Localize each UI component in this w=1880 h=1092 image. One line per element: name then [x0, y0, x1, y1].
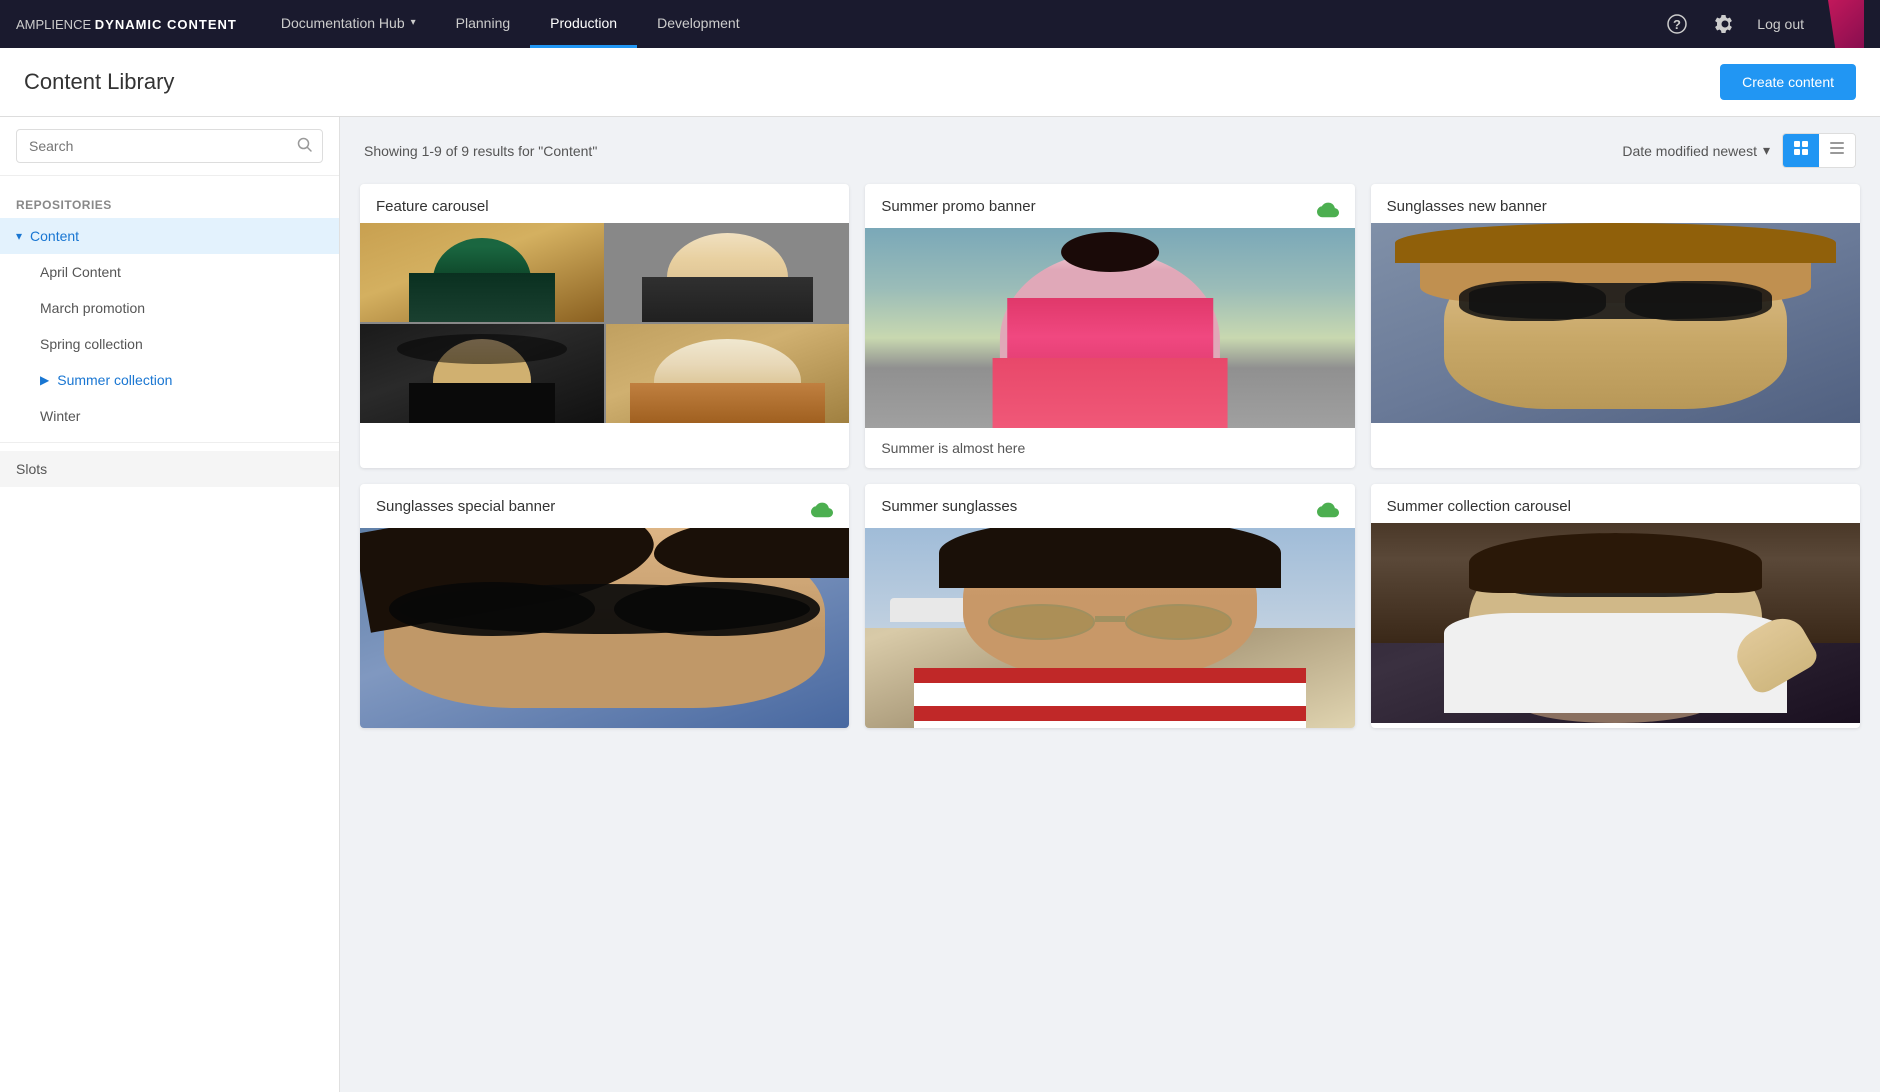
sidebar-item-march-promotion-label: March promotion — [40, 300, 145, 316]
card-summer-collection-carousel-image — [1371, 523, 1860, 723]
card-summer-sunglasses-image — [865, 528, 1354, 728]
content-grid: Feature carousel — [360, 184, 1860, 728]
sidebar-item-slots-label: Slots — [16, 461, 47, 477]
nav-tab-production-label: Production — [550, 15, 617, 31]
card-sunglasses-special-banner[interactable]: Sunglasses special banner — [360, 484, 849, 728]
nav-tab-development[interactable]: Development — [637, 0, 760, 48]
search-container — [16, 129, 323, 163]
nav-tab-development-label: Development — [657, 15, 740, 31]
content-toolbar: Showing 1-9 of 9 results for "Content" D… — [360, 133, 1860, 168]
chevron-down-icon: ▾ — [16, 229, 22, 243]
search-bar — [0, 117, 339, 176]
card-summer-promo-banner-title: Summer promo banner — [881, 198, 1035, 215]
main-layout: Repositories ▾ Content April Content Mar… — [0, 117, 1880, 1092]
card-feature-carousel-title: Feature carousel — [376, 198, 489, 215]
card-summer-promo-banner-text: Summer is almost here — [865, 428, 1354, 468]
brand-logo: AMPLIENCE DYNAMIC CONTENT — [16, 17, 237, 32]
brand-amplience: AMPLIENCE — [16, 17, 91, 32]
settings-icon[interactable] — [1709, 8, 1741, 40]
nav-tabs: Documentation Hub ▾ Planning Production … — [261, 0, 1661, 48]
top-navigation: AMPLIENCE DYNAMIC CONTENT Documentation … — [0, 0, 1880, 48]
repositories-label: Repositories — [0, 192, 339, 218]
chevron-down-icon: ▾ — [411, 17, 416, 28]
sidebar-item-winter-label: Winter — [40, 408, 80, 424]
page-header: Content Library Create content — [0, 48, 1880, 117]
sidebar-item-slots[interactable]: Slots — [0, 451, 339, 487]
sidebar: Repositories ▾ Content April Content Mar… — [0, 117, 340, 1092]
card-summer-sunglasses-header: Summer sunglasses — [865, 484, 1354, 528]
help-icon[interactable]: ? — [1661, 8, 1693, 40]
sidebar-content: Repositories ▾ Content April Content Mar… — [0, 176, 339, 503]
card-sunglasses-new-banner-header: Sunglasses new banner — [1371, 184, 1860, 223]
sidebar-item-content-label: Content — [30, 228, 79, 244]
nav-tab-documentation-hub[interactable]: Documentation Hub ▾ — [261, 0, 436, 48]
card-summer-collection-carousel-title: Summer collection carousel — [1387, 498, 1571, 515]
page-title: Content Library — [24, 69, 174, 95]
svg-text:?: ? — [1673, 17, 1681, 32]
nav-tab-planning[interactable]: Planning — [436, 0, 531, 48]
card-summer-promo-banner-subtitle: Summer is almost here — [881, 440, 1025, 456]
card-feature-carousel[interactable]: Feature carousel — [360, 184, 849, 468]
list-view-button[interactable] — [1819, 134, 1855, 167]
nav-tab-production[interactable]: Production — [530, 0, 637, 48]
card-sunglasses-special-banner-header: Sunglasses special banner — [360, 484, 849, 528]
sidebar-arrow-icon: ▶ — [40, 373, 49, 387]
card-sunglasses-new-banner[interactable]: Sunglasses new banner — [1371, 184, 1860, 468]
check-cloud-icon-2 — [1317, 498, 1339, 520]
results-text: Showing 1-9 of 9 results for "Content" — [364, 143, 597, 159]
nav-tab-documentation-hub-label: Documentation Hub — [281, 15, 405, 31]
search-icon — [297, 137, 313, 156]
card-sunglasses-special-banner-title: Sunglasses special banner — [376, 498, 555, 515]
card-summer-collection-carousel-header: Summer collection carousel — [1371, 484, 1860, 523]
card-summer-collection-carousel[interactable]: Summer collection carousel — [1371, 484, 1860, 728]
card-feature-carousel-header: Feature carousel — [360, 184, 849, 223]
card-summer-promo-banner-header: Summer promo banner — [865, 184, 1354, 228]
content-area: Showing 1-9 of 9 results for "Content" D… — [340, 117, 1880, 1092]
grid-view-button[interactable] — [1783, 134, 1819, 167]
sidebar-item-april-content[interactable]: April Content — [0, 254, 339, 290]
card-sunglasses-new-banner-image — [1371, 223, 1860, 423]
sidebar-item-spring-collection[interactable]: Spring collection — [0, 326, 339, 362]
card-summer-promo-banner-image — [865, 228, 1354, 428]
sort-dropdown[interactable]: Date modified newest ▾ — [1622, 142, 1770, 159]
nav-tab-planning-label: Planning — [456, 15, 511, 31]
card-feature-carousel-image — [360, 223, 849, 423]
check-cloud-icon-1 — [811, 498, 833, 520]
logout-button[interactable]: Log out — [1757, 16, 1804, 32]
sidebar-item-april-content-label: April Content — [40, 264, 121, 280]
cloud-icon — [1317, 198, 1339, 220]
card-sunglasses-special-banner-image — [360, 528, 849, 728]
sidebar-item-summer-collection[interactable]: ▶ Summer collection — [0, 362, 339, 398]
sidebar-item-march-promotion[interactable]: March promotion — [0, 290, 339, 326]
card-sunglasses-new-banner-title: Sunglasses new banner — [1387, 198, 1547, 215]
sidebar-item-summer-collection-label: Summer collection — [57, 372, 172, 388]
create-content-button[interactable]: Create content — [1720, 64, 1856, 100]
search-input[interactable] — [16, 129, 323, 163]
brand-product: DYNAMIC CONTENT — [95, 17, 237, 32]
sidebar-item-spring-collection-label: Spring collection — [40, 336, 143, 352]
sort-chevron-icon: ▾ — [1763, 142, 1770, 159]
toolbar-right: Date modified newest ▾ — [1622, 133, 1856, 168]
card-summer-promo-banner[interactable]: Summer promo banner — [865, 184, 1354, 468]
card-summer-sunglasses[interactable]: Summer sunglasses — [865, 484, 1354, 728]
sidebar-item-winter[interactable]: Winter — [0, 398, 339, 434]
sidebar-item-content[interactable]: ▾ Content — [0, 218, 339, 254]
card-summer-sunglasses-title: Summer sunglasses — [881, 498, 1017, 515]
view-toggle — [1782, 133, 1856, 168]
nav-accent — [1828, 0, 1864, 48]
sidebar-divider — [0, 442, 339, 443]
sort-label: Date modified newest — [1622, 143, 1757, 159]
nav-right-actions: ? Log out — [1661, 0, 1864, 48]
